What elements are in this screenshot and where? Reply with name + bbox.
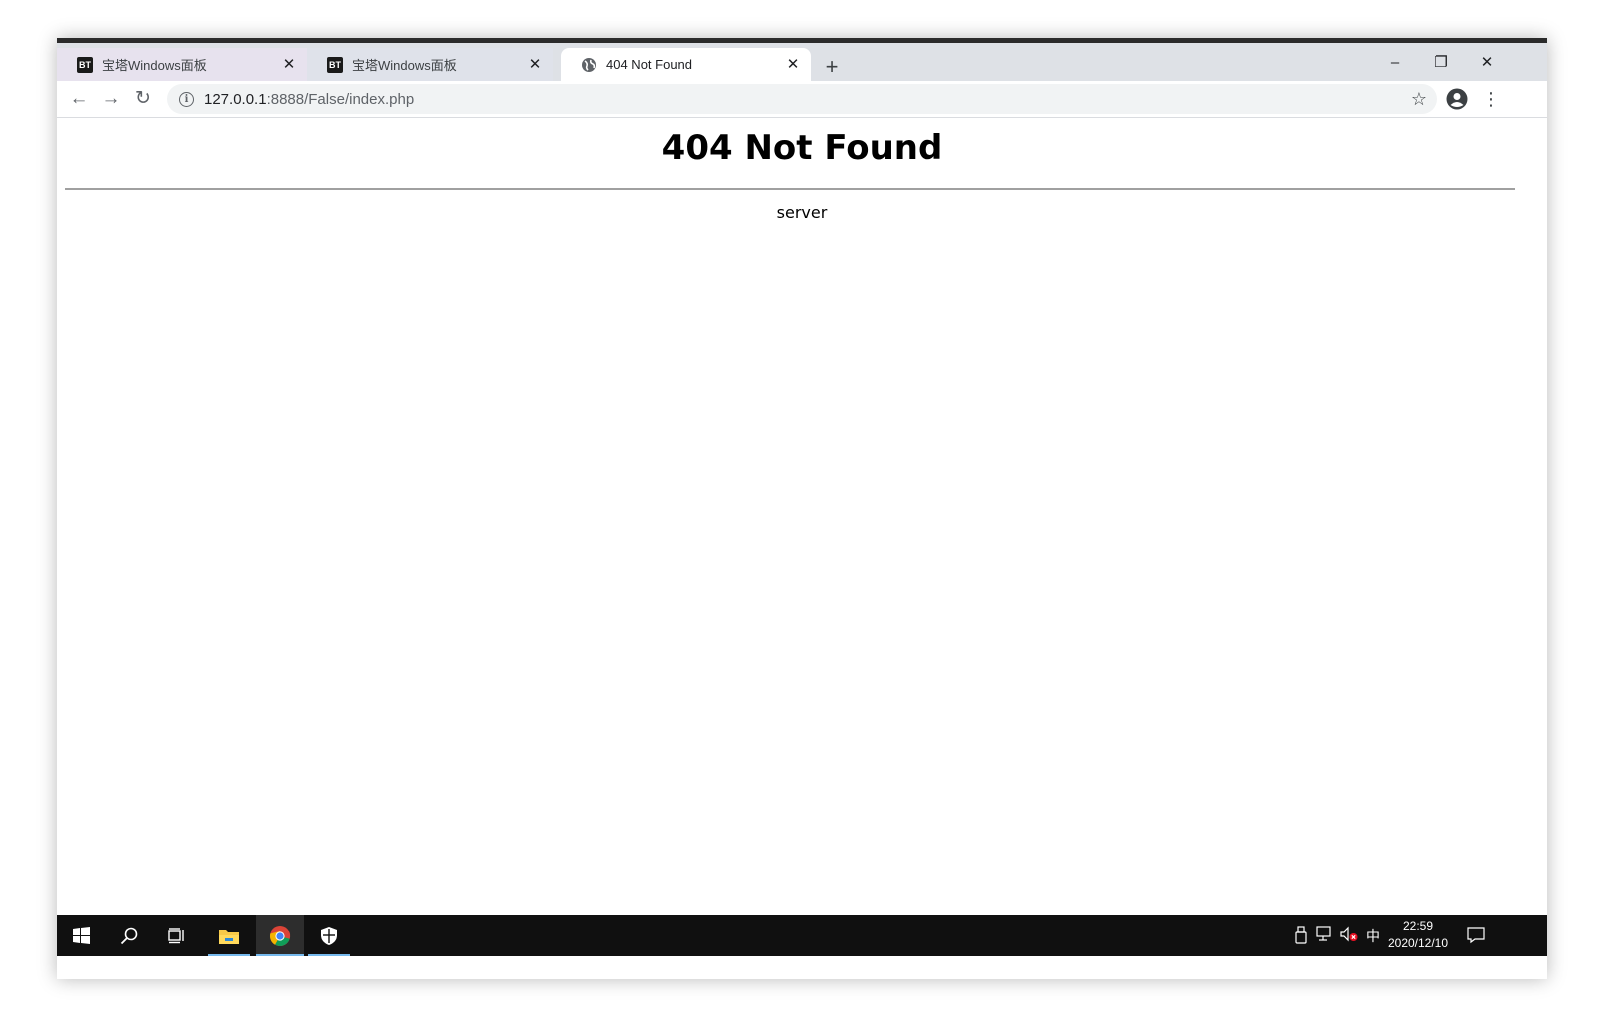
server-text: server <box>776 203 828 222</box>
folder-icon <box>219 929 239 944</box>
tab-close-icon[interactable]: ✕ <box>785 56 801 73</box>
usb-icon <box>1295 926 1307 944</box>
search-button[interactable] <box>108 915 150 956</box>
chrome-icon <box>269 925 291 946</box>
tab-bt-panel-1[interactable]: BT 宝塔Windows面板 ✕ <box>57 48 307 81</box>
page-heading: 404 Not Found <box>661 128 943 168</box>
bt-favicon-icon: BT <box>77 56 93 73</box>
chrome-taskbar-button[interactable] <box>256 915 304 956</box>
page-content: 404 Not Found server <box>57 118 1547 915</box>
reload-button[interactable]: ↻ <box>129 85 157 113</box>
action-center-button[interactable] <box>1466 926 1486 946</box>
url-path: :8888/False/index.php <box>266 90 415 108</box>
profile-avatar-icon[interactable] <box>1446 88 1468 110</box>
usb-tray-icon[interactable] <box>1291 926 1311 946</box>
clock-date: 2020/12/10 <box>1387 936 1449 950</box>
minimize-button[interactable]: – <box>1372 49 1418 77</box>
browser-toolbar: ← → ↻ i 127.0.0.1:8888/False/index.php ☆… <box>57 81 1547 118</box>
forward-button[interactable]: → <box>97 85 125 113</box>
tab-bt-panel-2[interactable]: BT 宝塔Windows面板 ✕ <box>307 48 553 81</box>
running-indicator <box>308 954 350 956</box>
notification-icon <box>1467 927 1485 944</box>
search-icon <box>120 927 138 944</box>
tab-title: 宝塔Windows面板 <box>102 58 207 73</box>
site-info-icon[interactable]: i <box>179 91 194 107</box>
new-tab-button[interactable]: + <box>819 54 845 80</box>
network-tray-icon[interactable] <box>1315 926 1335 946</box>
back-button[interactable]: ← <box>65 85 93 113</box>
windows-taskbar: 中 22:59 2020/12/10 <box>57 915 1547 956</box>
restore-button[interactable]: ❐ <box>1418 49 1464 77</box>
globe-icon <box>582 57 596 72</box>
windows-logo-icon <box>72 927 90 944</box>
task-view-button[interactable] <box>156 915 198 956</box>
bookmark-star-icon[interactable]: ☆ <box>1411 88 1427 110</box>
running-indicator <box>256 954 304 956</box>
tab-title: 宝塔Windows面板 <box>352 58 457 73</box>
tab-strip: BT 宝塔Windows面板 ✕ BT 宝塔Windows面板 ✕ 404 No… <box>57 43 1547 81</box>
divider <box>65 188 1515 190</box>
browser-menu-icon[interactable]: ⋮ <box>1481 85 1501 113</box>
task-view-icon <box>168 927 184 943</box>
security-app-button[interactable] <box>308 915 350 956</box>
address-bar[interactable]: i 127.0.0.1:8888/False/index.php ☆ <box>167 84 1437 114</box>
clock-time: 22:59 <box>1402 919 1434 933</box>
tab-title: 404 Not Found <box>606 57 693 72</box>
tab-404-not-found[interactable]: 404 Not Found ✕ <box>561 48 811 81</box>
shield-icon <box>321 926 337 945</box>
start-button[interactable] <box>60 915 102 956</box>
running-indicator <box>208 954 250 956</box>
url-host: 127.0.0.1 <box>204 90 267 108</box>
volume-muted-tray-icon[interactable] <box>1339 926 1359 946</box>
taskbar-clock[interactable]: 22:59 2020/12/10 <box>1377 918 1459 952</box>
browser-window: BT 宝塔Windows面板 ✕ BT 宝塔Windows面板 ✕ 404 No… <box>57 38 1547 979</box>
bt-favicon-icon: BT <box>327 56 343 73</box>
tab-close-icon[interactable]: ✕ <box>281 56 297 73</box>
speaker-muted-icon <box>1340 926 1358 942</box>
network-icon <box>1316 926 1331 941</box>
tab-close-icon[interactable]: ✕ <box>527 56 543 73</box>
url-text[interactable]: 127.0.0.1:8888/False/index.php <box>204 91 414 108</box>
file-explorer-button[interactable] <box>208 915 250 956</box>
close-window-button[interactable]: ✕ <box>1464 49 1510 77</box>
